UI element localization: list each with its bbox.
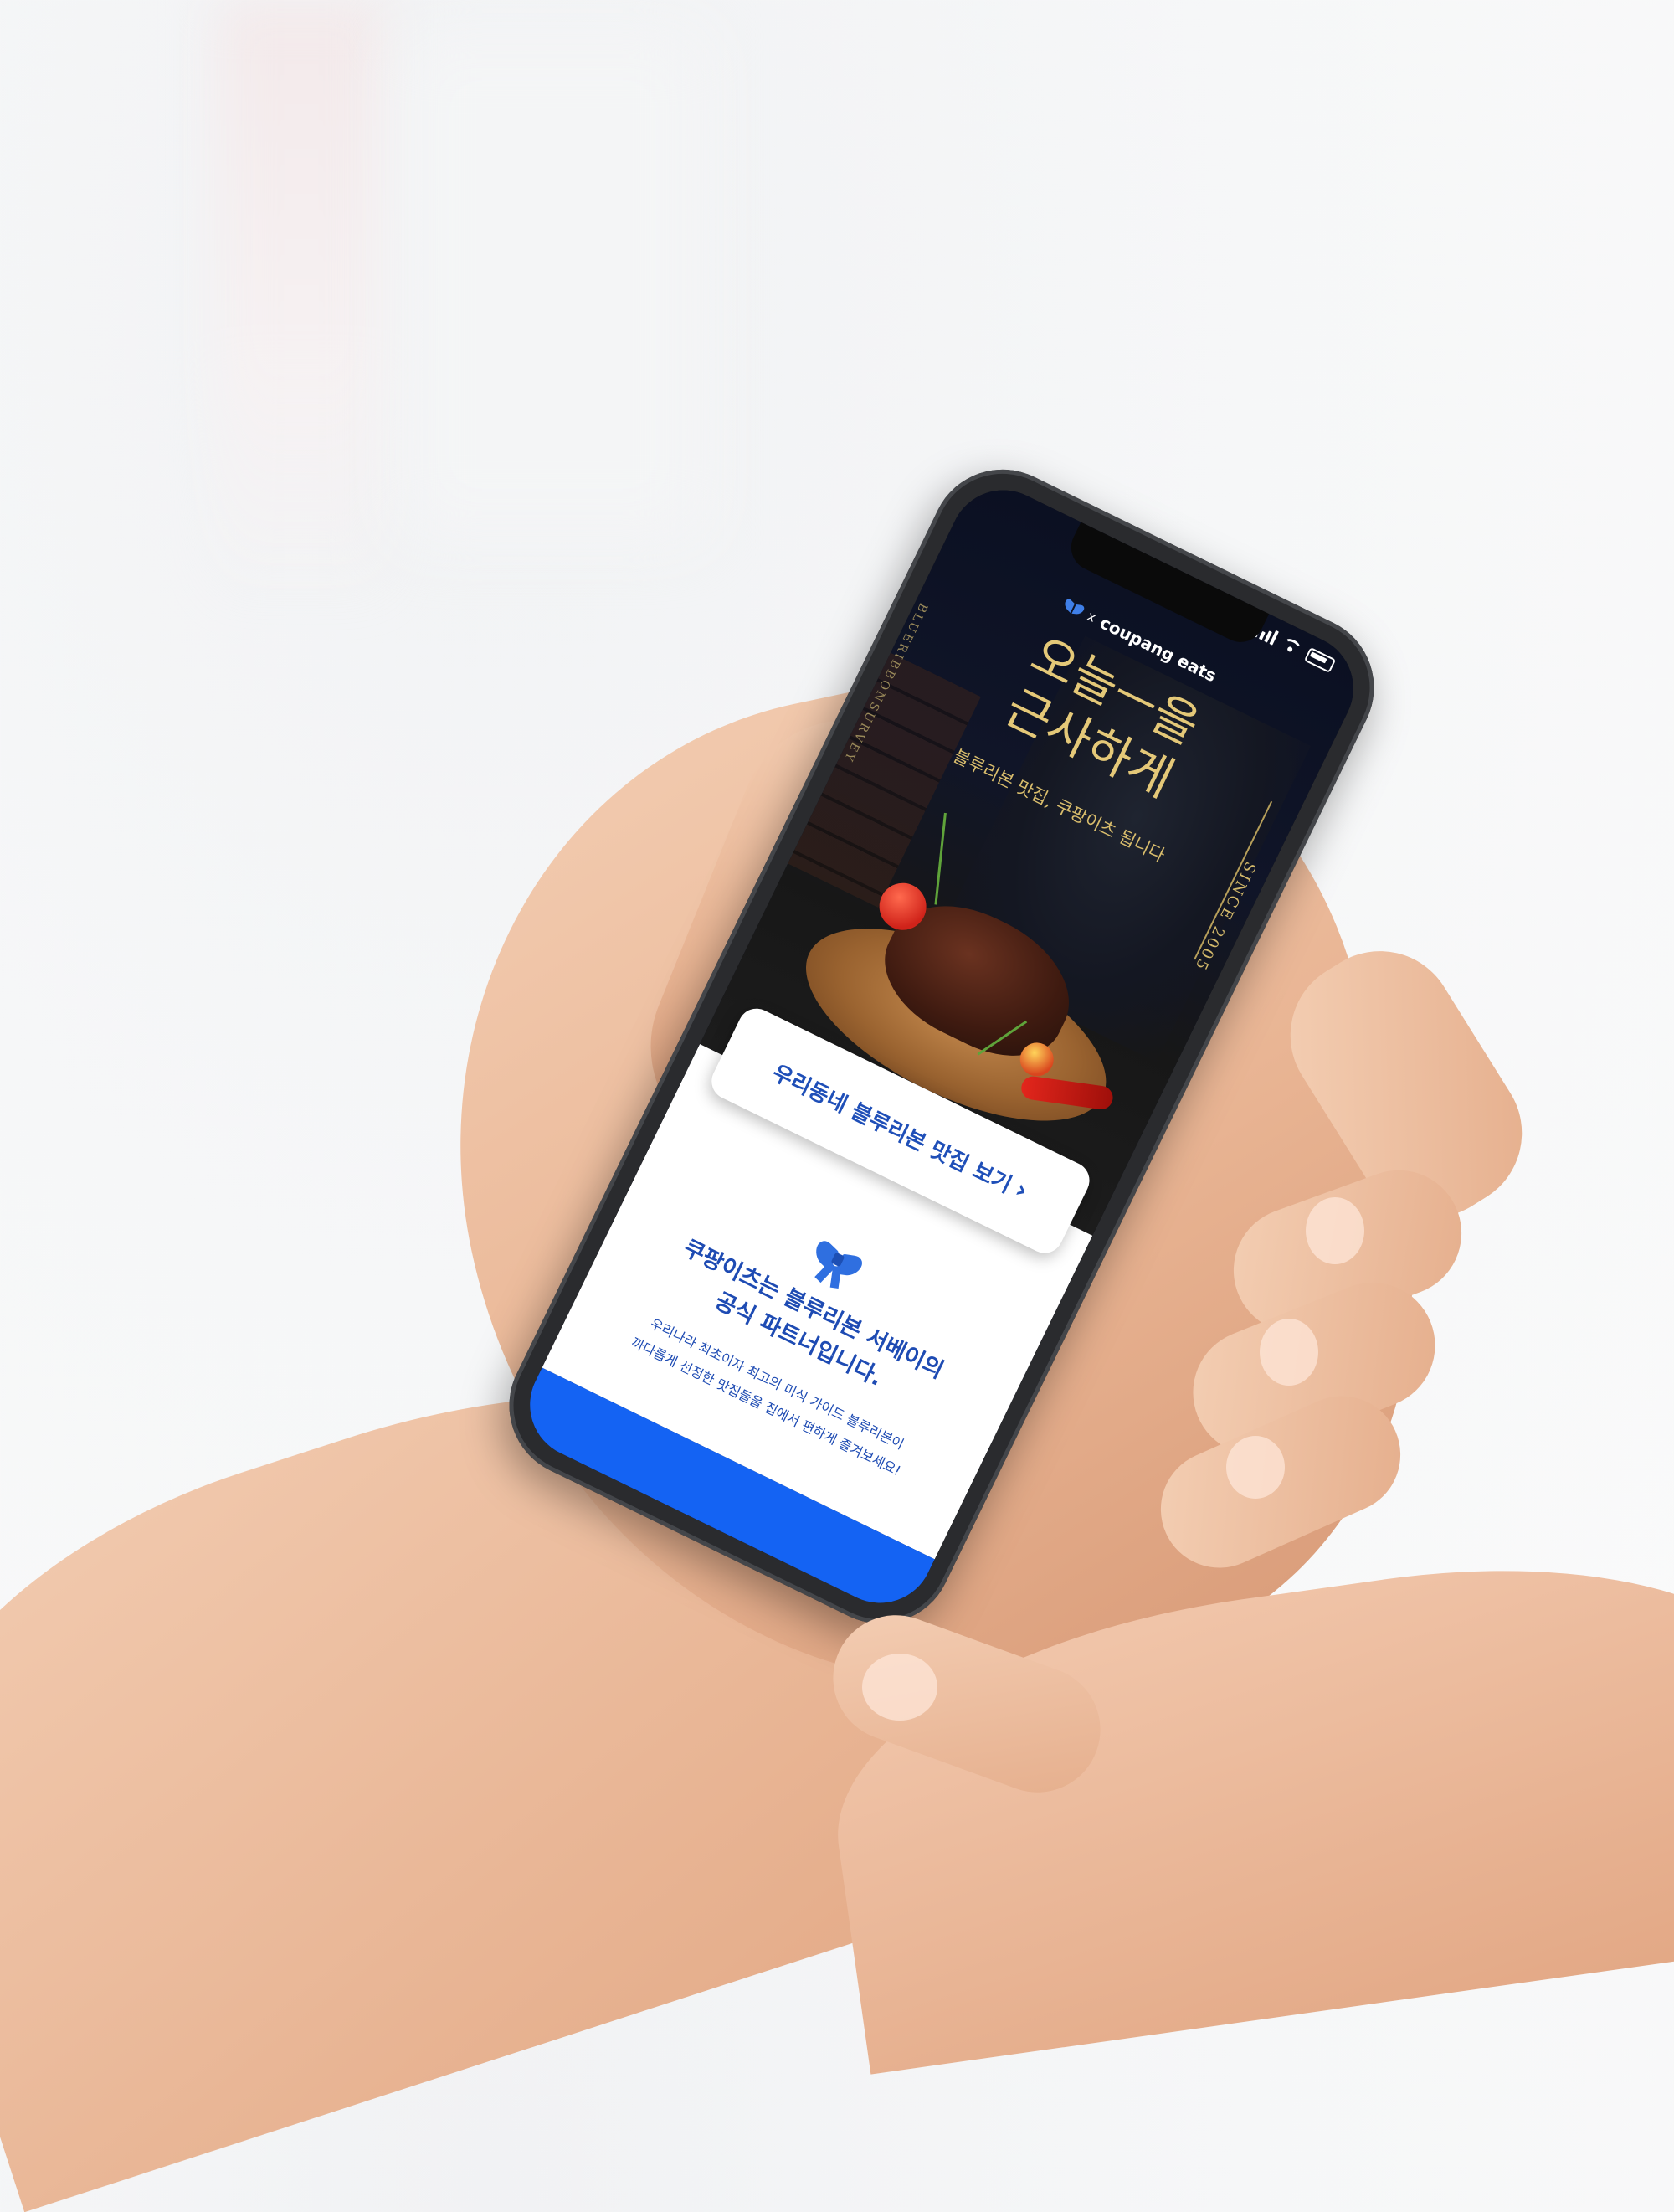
fingernail [1306, 1197, 1364, 1264]
blue-ribbon-icon [804, 1235, 867, 1297]
herb-sprig [934, 812, 947, 905]
chevron-right-icon: › [1010, 1174, 1033, 1206]
blue-ribbon-icon [1060, 595, 1086, 620]
background-window-light [218, 0, 385, 603]
background-blur [402, 33, 703, 536]
partner-separator: x [1085, 608, 1099, 625]
fingernail [1226, 1436, 1285, 1499]
fingernail [1260, 1319, 1318, 1386]
fingernail [862, 1654, 937, 1721]
